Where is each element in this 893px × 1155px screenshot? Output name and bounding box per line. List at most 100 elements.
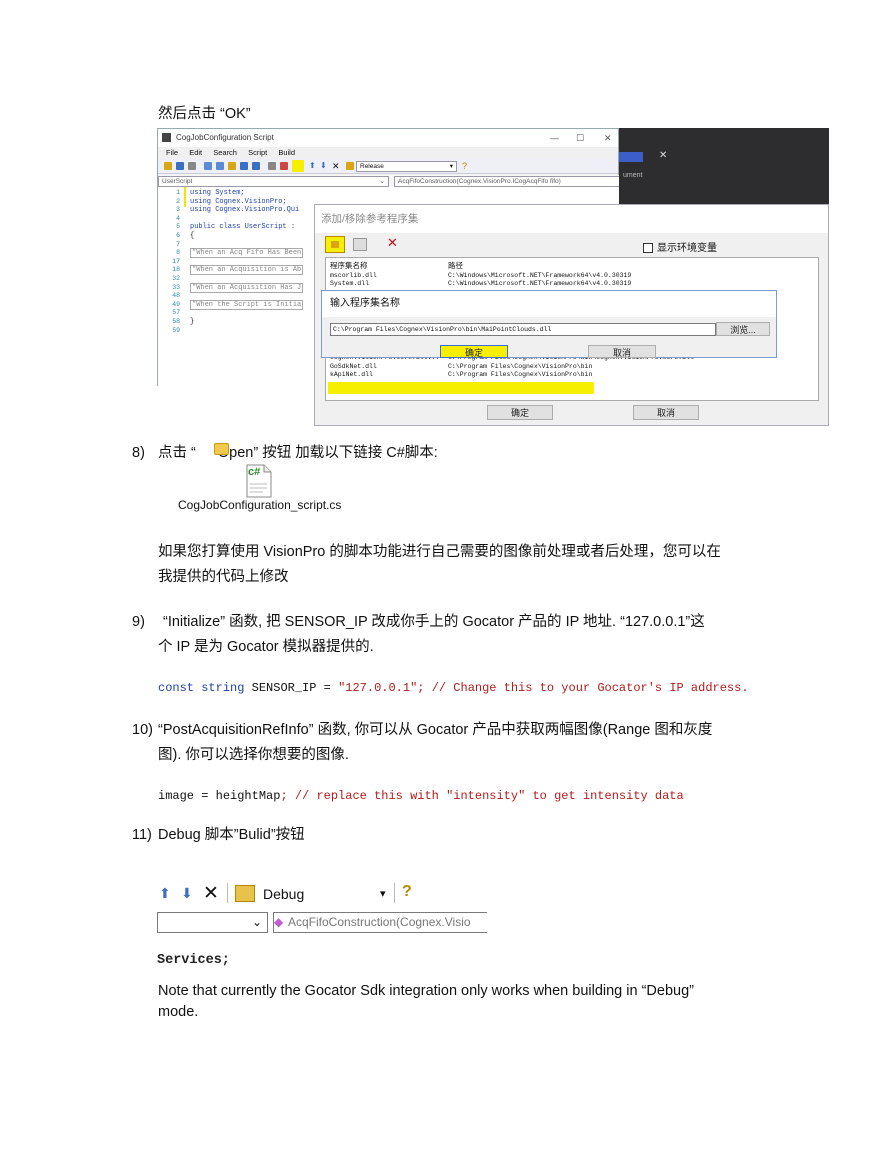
save-icon[interactable] [176, 162, 184, 170]
code-line: using Cognex.VisionPro.Qui [190, 206, 300, 215]
dark-panel-tab[interactable] [619, 152, 643, 162]
assembly-name: kApiNet.dll [330, 371, 373, 378]
dialog-ok-button[interactable]: 确定 [487, 405, 553, 420]
line-number: 18 [172, 266, 180, 274]
show-env-label: 显示环境变量 [657, 243, 717, 254]
line-number: 57 [172, 309, 180, 317]
code-semicolon: ; [417, 681, 425, 695]
build-icon[interactable] [235, 885, 255, 902]
step-11-text: Debug 脚本”Bulid”按钮 [158, 827, 305, 843]
chevron-down-icon: ⌄ [379, 178, 385, 185]
class-select[interactable]: ⌄ [157, 912, 268, 933]
note-line-1: Note that currently the Gocator Sdk inte… [158, 983, 694, 999]
assembly-path-input[interactable]: C:\Program Files\Cognex\VisionPro\bin\Ma… [330, 323, 716, 336]
code-snippet-image: image = heightMap; // replace this with … [158, 789, 684, 803]
undo-icon[interactable] [240, 162, 248, 170]
minimize-icon[interactable]: — [550, 129, 559, 147]
collapsed-region[interactable]: "When the Script is Initia [190, 299, 304, 310]
dialog-cancel-button[interactable]: 取消 [633, 405, 699, 420]
maximize-icon[interactable]: ☐ [576, 129, 584, 147]
open-icon[interactable] [164, 162, 172, 170]
method-icon: ◆ [274, 915, 284, 929]
menu-search[interactable]: Search [213, 148, 237, 157]
build-config-value[interactable]: Debug [263, 886, 304, 902]
method-select[interactable]: ◆ AcqFifoConstruction(Cognex.Visio [273, 912, 487, 933]
collapsed-region[interactable]: "When an Acquisition Has J [190, 282, 304, 293]
build-config-select[interactable]: Release ▾ [356, 161, 457, 172]
line-number: 59 [172, 326, 180, 334]
add-reference-icon[interactable] [292, 160, 304, 172]
dialog-ok-button[interactable]: 确定 [440, 345, 508, 358]
move-down-icon[interactable]: ⬇ [181, 885, 193, 902]
folder-icon [214, 443, 229, 455]
code-comment: // replace this with "intensity" to get … [294, 789, 684, 803]
move-down-icon[interactable]: ⬇ [320, 159, 327, 173]
redo-icon[interactable] [252, 162, 260, 170]
chevron-down-icon[interactable]: ▾ [380, 887, 386, 900]
references-icon[interactable] [280, 162, 288, 170]
help-icon[interactable]: ? [402, 883, 412, 901]
delete-icon[interactable]: ✕ [203, 882, 219, 905]
step-then-text: 然后点击 “OK” [158, 106, 251, 122]
file-name[interactable]: CogJobConfiguration_script.cs [178, 498, 341, 512]
refresh-button[interactable] [353, 238, 367, 251]
collapsed-region[interactable]: "When an Acquisition is Ab [190, 265, 304, 276]
cut-icon[interactable] [204, 162, 212, 170]
code-line: } [190, 317, 195, 326]
line-number: 4 [176, 214, 180, 222]
line-number-gutter: 1 2 3 4 5 6 7 8 17 18 32 33 48 49 57 58 59 [166, 189, 180, 335]
code-keyword: string [201, 681, 245, 695]
show-env-checkbox[interactable] [643, 243, 653, 253]
close-icon[interactable]: ✕ [659, 150, 667, 161]
dialog-cancel-button[interactable]: 取消 [588, 345, 656, 358]
menu-script[interactable]: Script [248, 148, 267, 157]
code-operator: = [323, 681, 331, 695]
list-item[interactable]: GoSdkNet.dll C:\Program Files\Cognex\Visi… [330, 363, 592, 370]
build-config-value: Release [360, 163, 384, 170]
chevron-down-icon: ⌄ [252, 915, 263, 929]
help-icon[interactable]: ? [462, 159, 467, 173]
menu-build[interactable]: Build [278, 148, 295, 157]
class-select[interactable]: UserScript ⌄ [158, 176, 389, 187]
copy-icon[interactable] [216, 162, 224, 170]
find-icon[interactable] [268, 162, 276, 170]
menu-file[interactable]: File [166, 148, 178, 157]
method-select[interactable]: AcqFifoConstruction(Cognex.VisionPro.ICo… [394, 176, 623, 187]
dialog-title: 添加/移除参考程序集 [315, 205, 828, 233]
code-identifier: heightMap [215, 789, 281, 803]
menu-bar: File Edit Search Script Build [158, 147, 618, 159]
column-header-path: 路径 [448, 263, 463, 271]
code-snippet-sensor-ip: const string SENSOR_IP = "127.0.0.1"; //… [158, 681, 749, 695]
folder-icon [331, 241, 339, 248]
assembly-path: C:\Windows\Microsoft.NET\Framework64\v4.… [448, 280, 632, 287]
code-semicolon: ; [280, 789, 288, 803]
column-header-name: 程序集名称 [330, 263, 368, 271]
step-8-number: 8) [132, 445, 145, 461]
list-item[interactable]: System.dll C:\Windows\Microsoft.NET\Frame… [330, 280, 631, 287]
assembly-name: System.dll [330, 280, 370, 287]
dialog-title: 输入程序集名称 [322, 291, 776, 317]
add-reference-button[interactable] [325, 236, 345, 253]
chevron-down-icon: ▾ [449, 163, 453, 170]
line-number: 1 [176, 189, 180, 196]
build-icon[interactable] [346, 162, 354, 170]
line-number: 8 [176, 249, 180, 257]
remove-reference-icon[interactable]: ✕ [387, 235, 398, 251]
delete-icon[interactable]: ✕ [332, 159, 340, 173]
code-keyword: const [158, 681, 195, 695]
browse-button[interactable]: 浏览... [716, 322, 770, 336]
step-10-number: 10) [132, 722, 153, 738]
paste-icon[interactable] [228, 162, 236, 170]
move-up-icon[interactable]: ⬆ [159, 885, 171, 902]
move-up-icon[interactable]: ⬆ [309, 159, 316, 173]
toolbar-separator [227, 883, 228, 903]
step-9-number: 9) [132, 614, 145, 630]
list-item[interactable]: kApiNet.dll C:\Program Files\Cognex\Visio… [330, 371, 592, 378]
cs-file-icon[interactable]: c# [246, 464, 272, 498]
list-item[interactable]: mscorlib.dll C:\Windows\Microsoft.NET\Fra… [330, 272, 631, 279]
close-icon[interactable]: ✕ [604, 129, 612, 147]
step-9-line-2: 个 IP 是为 Gocator 模拟器提供的. [158, 639, 374, 655]
menu-edit[interactable]: Edit [189, 148, 202, 157]
collapsed-region[interactable]: "When an Acq Fifo Has Been [190, 248, 304, 259]
print-icon[interactable] [188, 162, 196, 170]
